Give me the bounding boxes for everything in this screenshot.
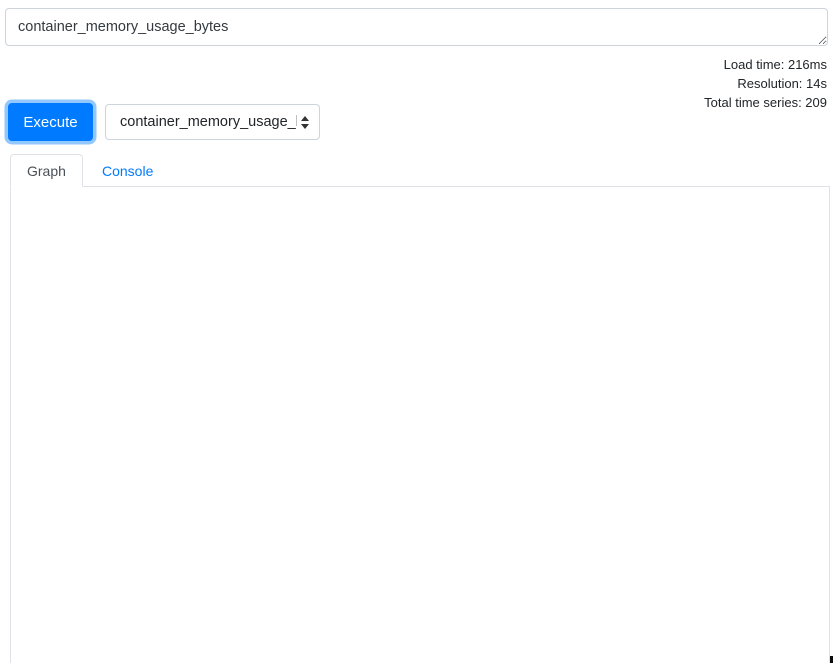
prometheus-expression-browser: { "query": { "value": "container_memory_… — [0, 0, 833, 663]
metric-select[interactable]: container_memory_usage_bytes — [105, 104, 320, 140]
resolution: Resolution: 14s — [704, 74, 827, 93]
expression-input[interactable]: container_memory_usage_bytes — [5, 8, 828, 46]
load-time: Load time: 216ms — [704, 55, 827, 74]
metric-select-value: container_memory_usage_bytes — [120, 114, 297, 130]
tab-console[interactable]: Console — [86, 154, 169, 187]
tab-graph-label: Graph — [27, 163, 66, 179]
graph-panel — [10, 186, 830, 663]
tab-graph[interactable]: Graph — [10, 154, 83, 187]
total-time-series: Total time series: 209 — [704, 93, 827, 112]
execute-button[interactable]: Execute — [8, 103, 93, 141]
query-stats: Load time: 216ms Resolution: 14s Total t… — [704, 55, 827, 112]
select-updown-icon — [301, 116, 309, 129]
tab-console-label: Console — [102, 163, 153, 179]
